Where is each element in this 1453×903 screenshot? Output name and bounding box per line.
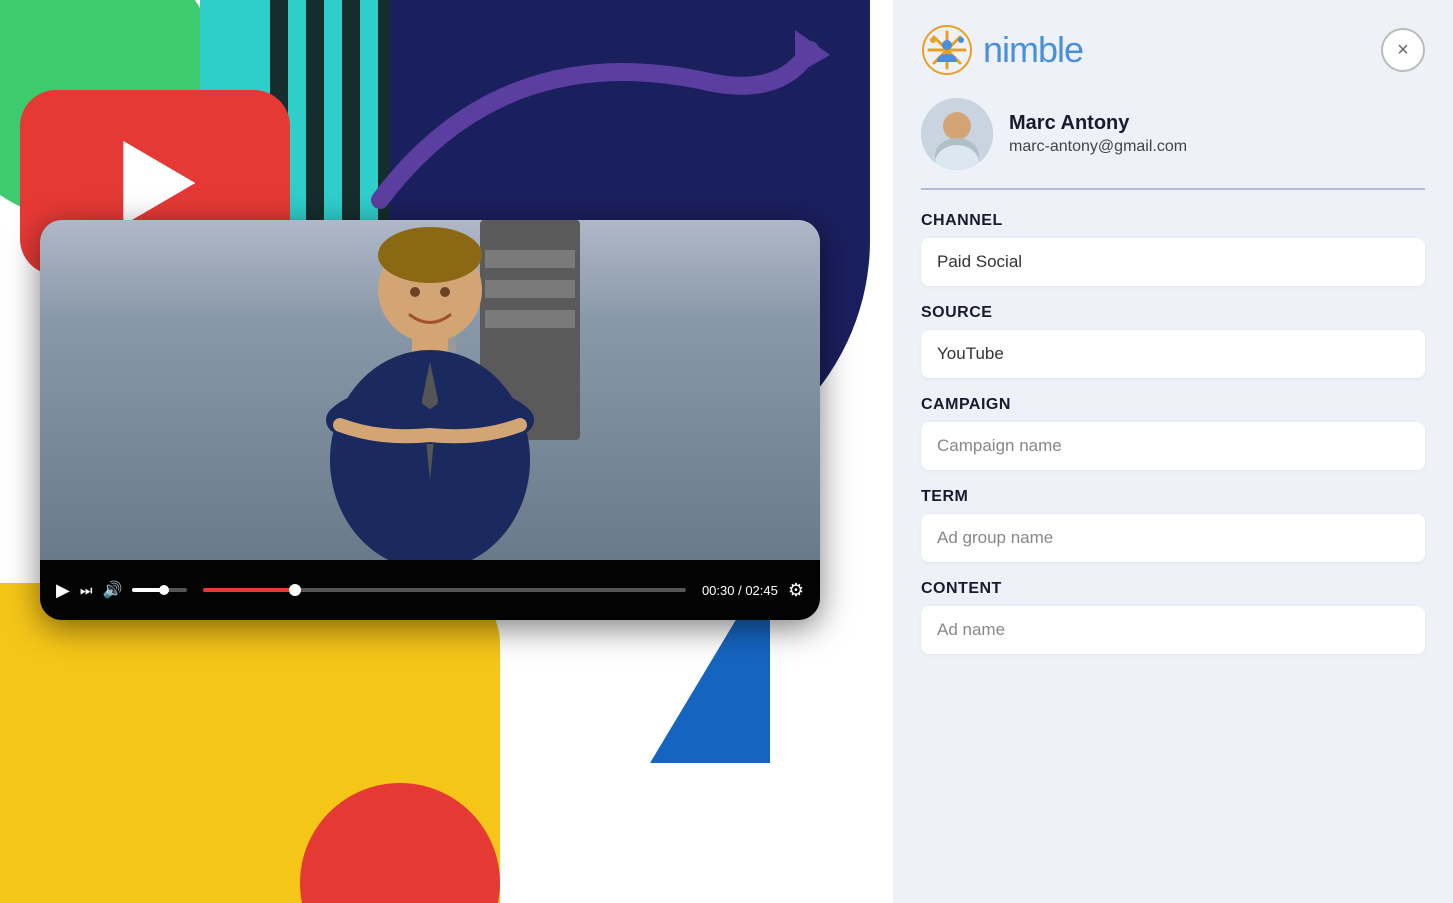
content-input[interactable] bbox=[921, 606, 1425, 654]
play-button[interactable]: ▶ bbox=[56, 580, 70, 601]
content-label: CONTENT bbox=[921, 580, 1425, 598]
user-details: Marc Antony marc-antony@gmail.com bbox=[1009, 112, 1187, 156]
video-content bbox=[40, 220, 820, 560]
person-figure bbox=[260, 220, 600, 560]
channel-label: CHANNEL bbox=[921, 212, 1425, 230]
nimble-icon bbox=[921, 24, 973, 76]
campaign-label: CAMPAIGN bbox=[921, 396, 1425, 414]
panel-header: nimble × bbox=[921, 24, 1425, 76]
volume-bar[interactable] bbox=[132, 588, 187, 592]
term-section: TERM bbox=[921, 488, 1425, 562]
settings-icon[interactable]: ⚙ bbox=[788, 580, 804, 601]
channel-section: CHANNEL bbox=[921, 212, 1425, 286]
campaign-section: CAMPAIGN bbox=[921, 396, 1425, 470]
volume-icon: 🔊 bbox=[102, 580, 122, 600]
next-button[interactable]: ⏭ bbox=[80, 582, 93, 599]
video-player[interactable]: ▶ ⏭ 🔊 00:30 / 02:45 ⚙ bbox=[40, 220, 820, 620]
content-section: CONTENT bbox=[921, 580, 1425, 654]
nimble-logo: nimble bbox=[921, 24, 1083, 76]
source-label: SOURCE bbox=[921, 304, 1425, 322]
user-name: Marc Antony bbox=[1009, 112, 1187, 135]
right-panel: nimble × Marc Antony marc-antony@gmail.c… bbox=[893, 0, 1453, 903]
video-controls[interactable]: ▶ ⏭ 🔊 00:30 / 02:45 ⚙ bbox=[40, 560, 820, 620]
user-info: Marc Antony marc-antony@gmail.com bbox=[921, 98, 1425, 190]
user-email: marc-antony@gmail.com bbox=[1009, 138, 1187, 156]
left-section: ▶ ⏭ 🔊 00:30 / 02:45 ⚙ bbox=[0, 0, 870, 903]
form-fields: CHANNEL SOURCE CAMPAIGN TERM CONTENT bbox=[921, 212, 1425, 654]
avatar-image bbox=[921, 98, 993, 170]
channel-input[interactable] bbox=[921, 238, 1425, 286]
close-button[interactable]: × bbox=[1381, 28, 1425, 72]
term-label: TERM bbox=[921, 488, 1425, 506]
term-input[interactable] bbox=[921, 514, 1425, 562]
progress-bar[interactable] bbox=[203, 588, 686, 592]
source-input[interactable] bbox=[921, 330, 1425, 378]
avatar bbox=[921, 98, 993, 170]
purple-arrow bbox=[350, 20, 850, 240]
campaign-input[interactable] bbox=[921, 422, 1425, 470]
source-section: SOURCE bbox=[921, 304, 1425, 378]
time-display: 00:30 / 02:45 bbox=[702, 583, 778, 598]
nimble-logo-text: nimble bbox=[983, 29, 1083, 71]
